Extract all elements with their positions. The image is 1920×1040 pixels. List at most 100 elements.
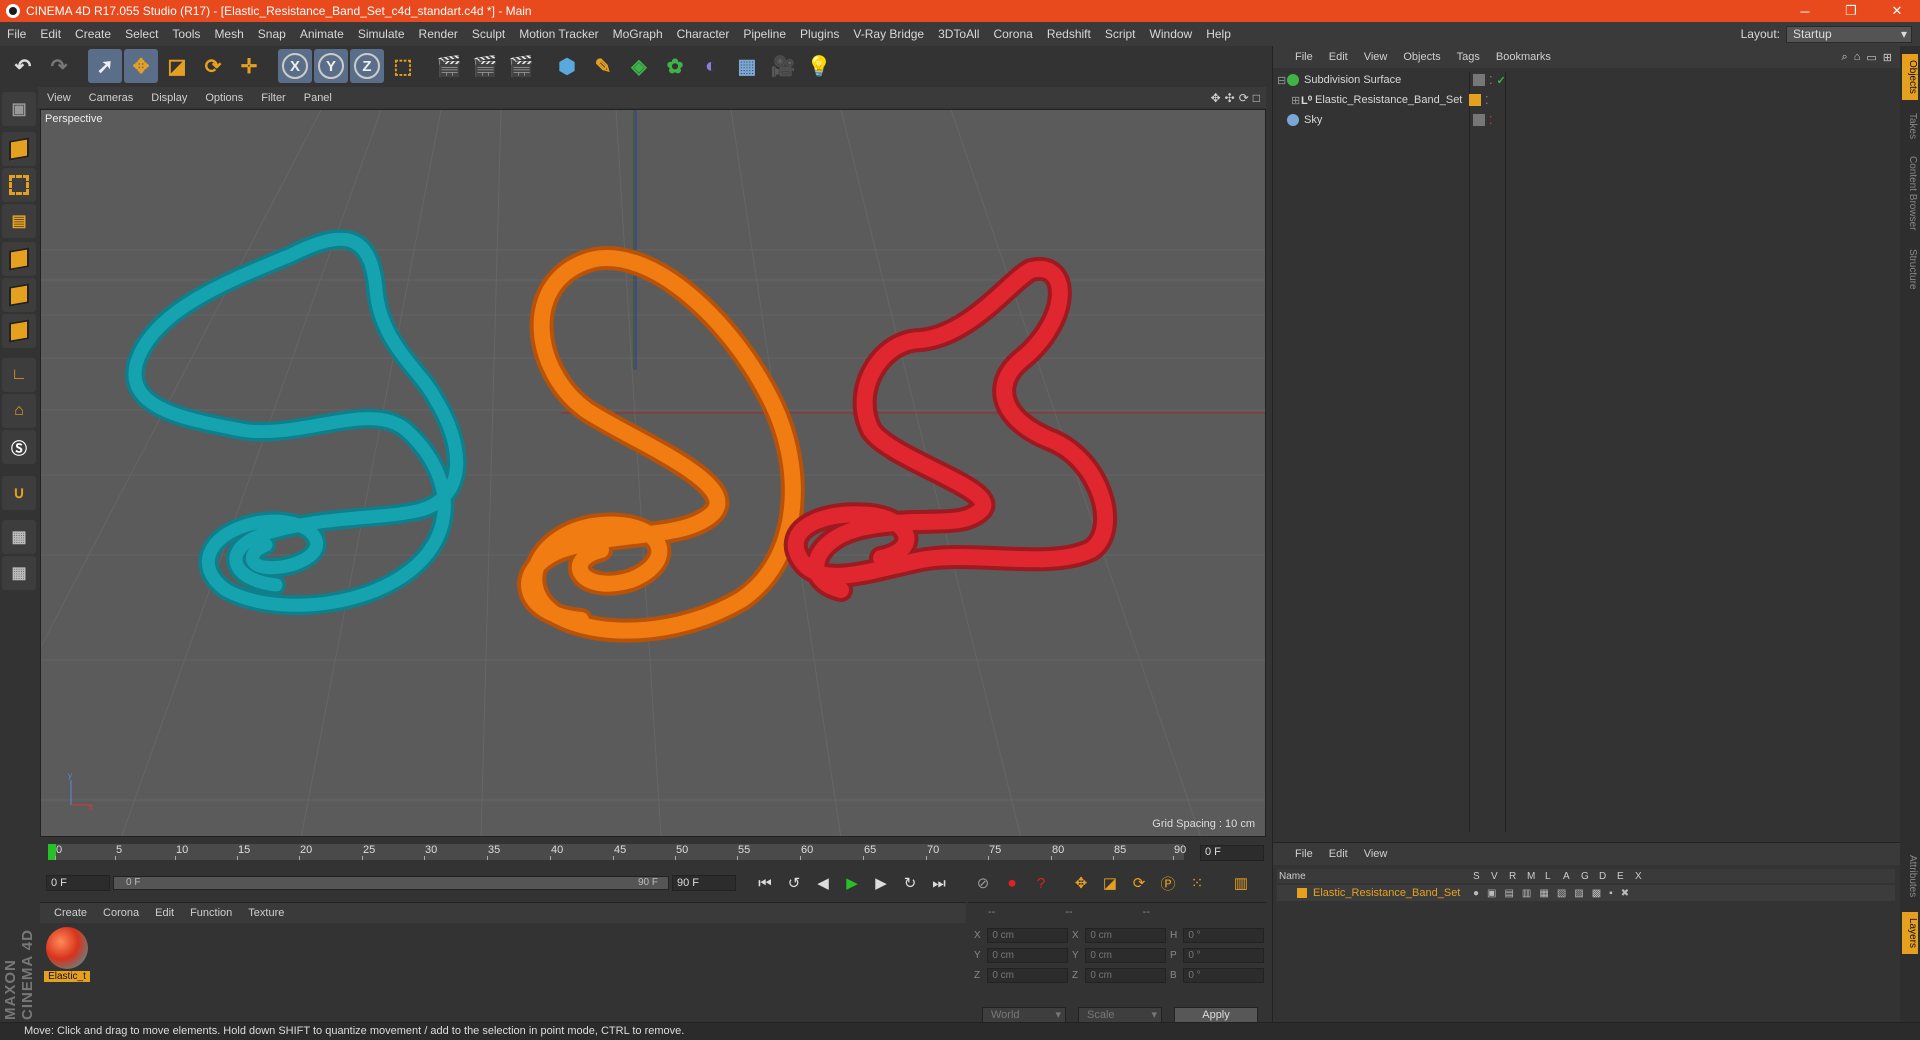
add-mograph-button[interactable]: ✿ bbox=[658, 49, 692, 83]
polygons-mode-button[interactable] bbox=[2, 314, 36, 348]
tab-layers[interactable]: Layers bbox=[1902, 912, 1918, 954]
previous-frame-button[interactable]: ◀ bbox=[810, 870, 836, 896]
start-frame-field[interactable]: 0 F bbox=[46, 875, 110, 891]
layer-menu-view[interactable]: View bbox=[1356, 848, 1396, 860]
viewport-menu-cameras[interactable]: Cameras bbox=[80, 92, 143, 104]
key-parameter-button[interactable]: Ⓟ bbox=[1155, 870, 1181, 896]
live-selection-tool[interactable]: ➚ bbox=[88, 49, 122, 83]
restore-button[interactable]: ❐ bbox=[1828, 3, 1874, 19]
tab-content-browser[interactable]: Content Browser bbox=[1902, 150, 1918, 236]
menu-plugins[interactable]: Plugins bbox=[793, 27, 846, 41]
size-z-field[interactable]: 0 cm bbox=[1085, 967, 1166, 983]
viewport-menu-panel[interactable]: Panel bbox=[295, 92, 341, 104]
add-camera-button[interactable]: 🎥 bbox=[766, 49, 800, 83]
scale-tool[interactable]: ◪ bbox=[160, 49, 194, 83]
search-icon[interactable]: ⌕ bbox=[1842, 51, 1848, 64]
object-row-sky[interactable]: Sky ⁚ bbox=[1277, 112, 1897, 128]
preview-range-slider[interactable]: 0 F 90 F bbox=[113, 876, 669, 890]
next-frame-button[interactable]: ▶ bbox=[868, 870, 894, 896]
key-scale-button[interactable]: ◪ bbox=[1097, 870, 1123, 896]
model-mode-button[interactable] bbox=[2, 132, 36, 166]
magnet-button[interactable]: ∪ bbox=[2, 476, 36, 510]
object-row-subdivision-surface[interactable]: ⊟ Subdivision Surface ⁚ ✓ bbox=[1277, 72, 1897, 88]
snap-button[interactable]: Ⓢ bbox=[2, 430, 36, 464]
next-key-button[interactable]: ↻ bbox=[897, 870, 923, 896]
position-z-field[interactable]: 0 cm bbox=[987, 967, 1068, 983]
coordinate-system-button[interactable]: ⬚ bbox=[386, 49, 420, 83]
menu-edit[interactable]: Edit bbox=[33, 27, 68, 41]
add-light-button[interactable]: 💡 bbox=[802, 49, 836, 83]
layout-dropdown[interactable]: Startup bbox=[1786, 25, 1912, 43]
workplane-mode-button[interactable]: ▤ bbox=[2, 204, 36, 238]
make-editable-button[interactable]: ▣ bbox=[2, 92, 36, 126]
perspective-viewport[interactable]: x y Perspective Grid Spacing : 10 cm bbox=[40, 109, 1266, 837]
layer-color-icon[interactable] bbox=[1473, 114, 1485, 126]
position-y-field[interactable]: 0 cm bbox=[987, 947, 1068, 963]
menu-snap[interactable]: Snap bbox=[251, 27, 293, 41]
record-active-objects-button[interactable]: ⏺ bbox=[999, 870, 1025, 896]
move-tool[interactable]: ✥ bbox=[124, 49, 158, 83]
menu-create[interactable]: Create bbox=[68, 27, 118, 41]
expand-panel-icon[interactable]: ⊞ bbox=[1883, 51, 1892, 64]
current-frame-field[interactable]: 0 F bbox=[1200, 845, 1264, 861]
menu-file[interactable]: File bbox=[0, 27, 33, 41]
add-generator-button[interactable]: ◈ bbox=[622, 49, 656, 83]
tab-attributes[interactable]: Attributes bbox=[1902, 846, 1918, 906]
go-to-start-button[interactable]: ⏮ bbox=[752, 870, 778, 896]
timeline-window-button[interactable]: ▥ bbox=[1228, 870, 1254, 896]
x-axis-lock[interactable]: X bbox=[278, 49, 312, 83]
axis-mode-button[interactable]: ∟ bbox=[2, 358, 36, 392]
expand-toggle-icon[interactable]: ⊞ bbox=[1291, 94, 1301, 107]
z-axis-lock[interactable]: Z bbox=[350, 49, 384, 83]
recent-tool[interactable]: ✛ bbox=[232, 49, 266, 83]
maximize-viewport-icon[interactable]: □ bbox=[1253, 91, 1260, 105]
menu-help[interactable]: Help bbox=[1199, 27, 1238, 41]
menu-animate[interactable]: Animate bbox=[293, 27, 351, 41]
object-menu-tags[interactable]: Tags bbox=[1449, 51, 1488, 63]
visibility-dots-icon[interactable]: ⁚ bbox=[1485, 94, 1489, 107]
key-position-button[interactable]: ✥ bbox=[1068, 870, 1094, 896]
rotation-h-field[interactable]: 0 ° bbox=[1183, 927, 1264, 943]
tab-objects[interactable]: Objects bbox=[1902, 54, 1918, 100]
viewport-menu-display[interactable]: Display bbox=[142, 92, 196, 104]
home-icon[interactable]: ⌂ bbox=[1854, 51, 1861, 64]
visibility-dots-icon[interactable]: ⁚ bbox=[1489, 114, 1493, 127]
previous-key-button[interactable]: ↺ bbox=[781, 870, 807, 896]
minimize-button[interactable]: ─ bbox=[1782, 4, 1828, 19]
menu-sculpt[interactable]: Sculpt bbox=[465, 27, 512, 41]
object-menu-objects[interactable]: Objects bbox=[1395, 51, 1448, 63]
layer-menu-edit[interactable]: Edit bbox=[1321, 848, 1356, 860]
layer-color-swatch[interactable] bbox=[1297, 888, 1307, 898]
menu-3dtoall[interactable]: 3DToAll bbox=[931, 27, 986, 41]
material-menu-function[interactable]: Function bbox=[182, 907, 240, 919]
menu-vray-bridge[interactable]: V-Ray Bridge bbox=[846, 27, 931, 41]
orbit-icon[interactable]: ⟳ bbox=[1239, 91, 1249, 105]
object-row-elastic-band-set[interactable]: ⊞ L⁰ Elastic_Resistance_Band_Set ⁚ bbox=[1277, 92, 1897, 108]
collapse-toggle-icon[interactable]: ⊟ bbox=[1277, 74, 1287, 87]
size-x-field[interactable]: 0 cm bbox=[1085, 927, 1166, 943]
size-y-field[interactable]: 0 cm bbox=[1085, 947, 1166, 963]
menu-select[interactable]: Select bbox=[118, 27, 165, 41]
menu-mograph[interactable]: MoGraph bbox=[606, 27, 670, 41]
object-menu-file[interactable]: File bbox=[1287, 51, 1321, 63]
points-mode-button[interactable] bbox=[2, 242, 36, 276]
render-view-button[interactable]: 🎬 bbox=[432, 49, 466, 83]
texture-mode-button[interactable] bbox=[2, 168, 36, 202]
rotation-p-field[interactable]: 0 ° bbox=[1183, 947, 1264, 963]
position-x-field[interactable]: 0 cm bbox=[987, 927, 1068, 943]
menu-redshift[interactable]: Redshift bbox=[1040, 27, 1098, 41]
collapse-icon[interactable]: ▭ bbox=[1866, 51, 1876, 64]
key-pla-button[interactable]: ⁙ bbox=[1184, 870, 1210, 896]
material-menu-corona[interactable]: Corona bbox=[95, 907, 147, 919]
rotation-b-field[interactable]: 0 ° bbox=[1183, 967, 1264, 983]
visibility-dots-icon[interactable]: ⁚ bbox=[1489, 74, 1493, 87]
apply-button[interactable]: Apply bbox=[1174, 1007, 1258, 1023]
close-button[interactable]: ✕ bbox=[1874, 3, 1920, 19]
play-button[interactable]: ▶ bbox=[839, 870, 865, 896]
pan-icon[interactable]: ✥ bbox=[1211, 91, 1221, 105]
tab-takes[interactable]: Takes bbox=[1902, 106, 1918, 146]
render-settings-button[interactable]: 🎬 bbox=[504, 49, 538, 83]
layer-color-icon[interactable] bbox=[1473, 74, 1485, 86]
material-menu-create[interactable]: Create bbox=[46, 907, 95, 919]
autokeying-button[interactable]: ? bbox=[1028, 870, 1054, 896]
